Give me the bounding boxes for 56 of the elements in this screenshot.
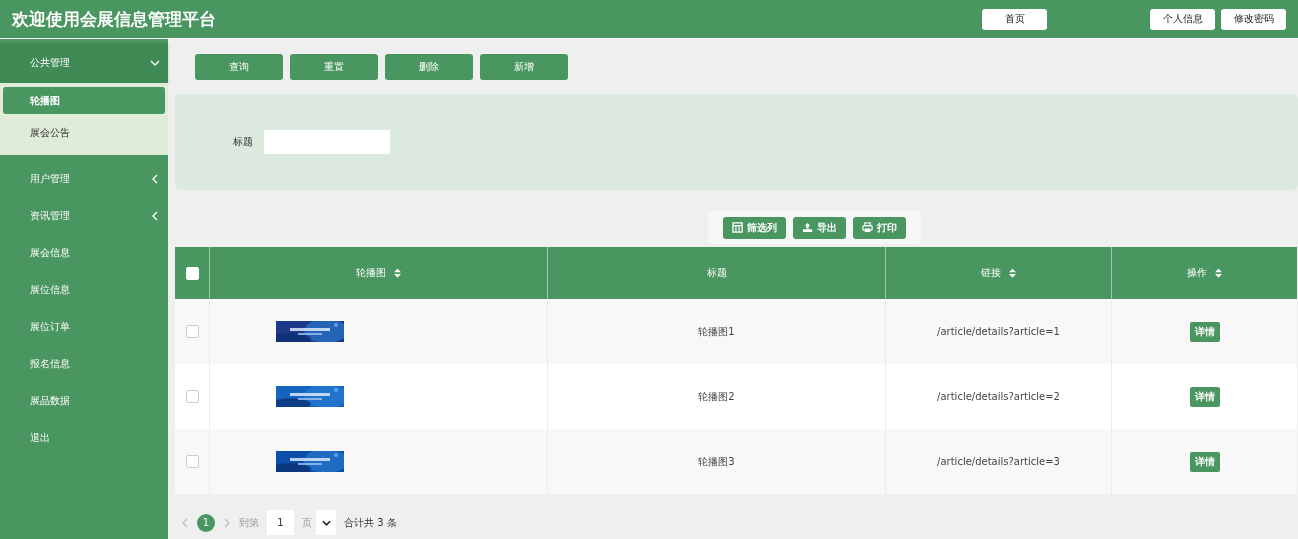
- chevron-left-icon: [150, 173, 160, 184]
- table-cell: 轮播图1: [547, 299, 886, 364]
- print-icon: [862, 222, 873, 233]
- table-cell: 轮播图2: [547, 364, 886, 429]
- tool-button[interactable]: 筛选列: [723, 216, 786, 239]
- action-button[interactable]: 重置: [290, 54, 378, 80]
- column-header[interactable]: 轮播图: [209, 247, 548, 299]
- chevron-left-icon: [150, 210, 160, 221]
- tool-button[interactable]: 导出: [793, 216, 846, 239]
- title-input-field[interactable]: [264, 130, 390, 154]
- details-button[interactable]: 详情: [1189, 451, 1220, 472]
- sidebar-item[interactable]: 公共管理: [0, 43, 168, 83]
- next-page-icon[interactable]: [223, 517, 231, 528]
- table-cell: /article/details?article=1: [885, 299, 1112, 364]
- sidebar-item[interactable]: 报名信息: [0, 345, 168, 382]
- action-button[interactable]: 新增: [480, 54, 568, 80]
- total-count: 合计共 3 条: [344, 515, 397, 530]
- app-title: 欢迎使用会展信息管理平台: [12, 7, 217, 31]
- submenu-item[interactable]: 展会公告: [3, 119, 165, 146]
- submenu-item[interactable]: 轮播图: [3, 87, 165, 114]
- details-button[interactable]: 详情: [1189, 386, 1220, 407]
- page-unit-label: 页: [302, 515, 312, 530]
- row-checkbox[interactable]: [185, 455, 199, 468]
- goto-label: 到第: [239, 515, 259, 530]
- page-input-field[interactable]: 1: [267, 510, 294, 535]
- column-header[interactable]: 标题: [547, 247, 886, 299]
- row-checkbox[interactable]: [185, 325, 199, 338]
- sidebar-item[interactable]: 资讯管理: [0, 197, 168, 234]
- header-button[interactable]: 修改密码: [1221, 8, 1286, 30]
- table-cell: 轮播图3: [547, 429, 886, 494]
- details-button[interactable]: 详情: [1189, 321, 1220, 342]
- sidebar-item[interactable]: 展位订单: [0, 308, 168, 345]
- action-button[interactable]: 删除: [385, 54, 473, 80]
- page-button[interactable]: 1: [197, 513, 215, 532]
- header-button[interactable]: 个人信息: [1150, 8, 1215, 30]
- select-all-checkbox[interactable]: [185, 266, 199, 280]
- column-header[interactable]: 操作: [1111, 247, 1297, 299]
- export-icon: [802, 222, 813, 233]
- page-size-select[interactable]: [316, 510, 336, 535]
- column-header[interactable]: 链接: [885, 247, 1112, 299]
- sidebar-item[interactable]: 展品数据: [0, 382, 168, 419]
- tool-button[interactable]: 打印: [853, 216, 906, 239]
- sidebar-item[interactable]: 展位信息: [0, 271, 168, 308]
- sidebar-item[interactable]: 用户管理: [0, 160, 168, 197]
- caret-icon: [321, 519, 331, 526]
- table-cell: /article/details?article=2: [885, 364, 1112, 429]
- chevron-down-icon: [150, 58, 160, 68]
- sidebar-item[interactable]: 展会信息: [0, 234, 168, 271]
- columns-icon: [732, 222, 743, 233]
- previous-page-icon[interactable]: [181, 517, 189, 528]
- field-label: 标题: [233, 135, 253, 149]
- action-button[interactable]: 查询: [195, 54, 283, 80]
- table-cell: /article/details?article=3: [885, 429, 1112, 494]
- sidebar-item[interactable]: 退出: [0, 419, 168, 456]
- home-button[interactable]: 首页: [982, 8, 1047, 30]
- row-checkbox[interactable]: [185, 390, 199, 403]
